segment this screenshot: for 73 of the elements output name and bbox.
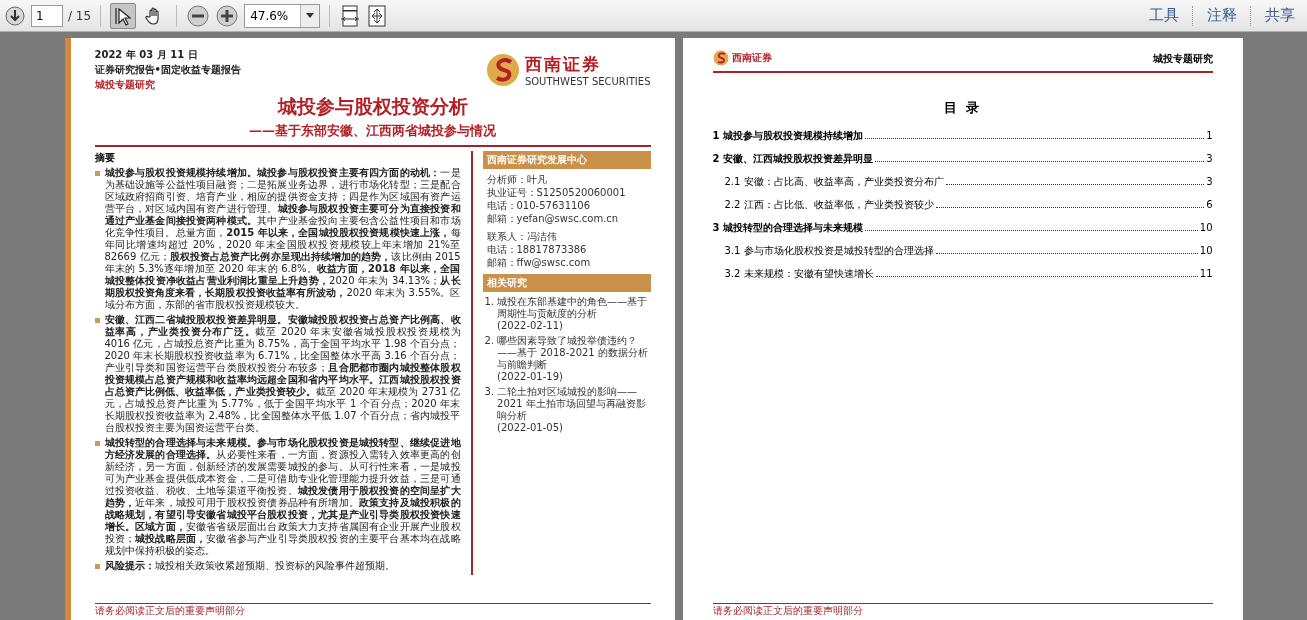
- contact-line: 分析师：叶凡: [486, 173, 548, 186]
- abstract-paragraph: 安徽、江西二省城投股权投资差异明显。安徽城投股权投资占总资产比例高、收益率高，产业类投资分布广泛。截至 2020 年末安徽省城投股权投资规模为 4016 亿元，占城投总资产比重为 8.75%，高于全国平均水平 1.98 个百分点；2020 年末长期股权投资收益率为 6.71%，比全国整体水平高 3.16 个百分点；产业引导类和国资运营平台类股权投资分布较多；且合肥都市圈内城投整体股权投资规模占总资产规模和收益率均远超全国和省内平均水平。江西城投股权投资占总资产比例低、收益率低，产业类投资较少。截至 2020 年末规模为 2731 亿元，占城投总资产比重为 5.77%，低于全国平均水平 1 个百分点；2020 年末长期股权投资收益率为 2.48%，比全国整体水平低 1.07 个百分点；省内城投平台股权投资主要为国资运营平台类。: [104, 314, 461, 434]
- minus-icon: [187, 4, 210, 27]
- abstract-paragraph: 城投参与股权投资规模持续增加。城投参与股权投资主要有四方面的动机：一是为基础设施等公益性项目融资；二是拓展业务边界，进行市场化转型；三是配合区域政府招商引资、培育产业，相应的提供资金支持；四是作为区域国有资产运营平台，对区域内国有资产进行管理。城投参与股权投资主要可分为直接投资和通过产业基金间接投资两种模式。其中产业基金投向主要包含公益性项目和市场化竞争性项目。总量方面，2015 年以来，全国城投股权投资规模快速上涨，每年同比增速均超过 20%，2020 年末全国股权投资规模较上年末增加 21%至 82669 亿元；股权投资占总资产比例亦呈现出持续增加的趋势，该比例由 2015 年末的 5.3%逐年增加至 2020 年末的 6.8%。收益方面，2018 年以来，全国城投整体投资净收益占营业利润比重呈上升趋势，2020 年末为 34.13%；从长期股权投资角度来看，长期股权投资收益率有所波动，2020 年末为 3.55%。区域分布方面，东部的省市股权投资规模较大。: [104, 167, 461, 311]
- contact-line: 联系人：冯洁伟: [486, 230, 558, 243]
- next-page-button[interactable]: [4, 4, 26, 27]
- report-title: 城投参与股权投资分析: [276, 94, 469, 119]
- toc-entry[interactable]: 3 城投转型的合理选择与未来规模: [712, 221, 863, 235]
- toc-entry[interactable]: 2.1 安徽：占比高、收益率高，产业类投资分布广: [724, 175, 944, 189]
- toolbar-menu-button[interactable]: 注释: [1199, 6, 1245, 25]
- section-heading: 摘要: [94, 151, 116, 165]
- abstract-paragraph: 城投转型的合理选择与未来规模。参与市场化股权投资是城投转型、继续促进地方经济发展的合理选择。从必要性来看，一方面，资源投入需转入效率更高的创新经济，另一方面，创新经济的发展需要城投的参与。从可行性来看，一是城投可为产业基金提供低成本资金，二是可借助专业化管理能力提升效益，三是可通过投资收益、税收、土地等渠道平衡投资。城投发债用于股权投资的空间呈扩大趋势，近年来，城投可用于股权投资债券品种有所增加。政策支持及城投积极的战略规划，有望引导安徽省城投平台股权投资，尤其是产业引导类股权投资快速增长。区域方面，安徽省省级层面出台政策大力支持省属国有企业开展产业股权投资；城投战略层面，安徽省参与产业引导类股权投资的主要平台基本均在战略规划中保持积极的姿态。: [104, 437, 461, 557]
- contact-line: 执业证号：S1250520060001: [486, 186, 627, 199]
- bullet-icon: [94, 564, 100, 569]
- toolbar-menu-button[interactable]: 共享: [1257, 6, 1303, 25]
- toc-page-number: 6: [1206, 199, 1213, 210]
- related-report-link[interactable]: 二轮土拍对区域城投的影响——2021 年土拍市场回望与再融资影响分析: [497, 386, 651, 422]
- contact-line: 电话：010-57631106: [486, 199, 592, 212]
- related-report-link[interactable]: 哪些因素导致了城投举债违约？——基于 2018-2021 的数据分析与前瞻判断: [497, 335, 651, 371]
- zoom-in-button[interactable]: [215, 3, 240, 28]
- cursor-icon: [113, 5, 134, 26]
- fit-width-icon: [340, 4, 361, 27]
- toc-entry[interactable]: 2 安徽、江西城投股权投资差异明显: [712, 152, 873, 166]
- list-number: 2.: [484, 335, 495, 348]
- toc-entry[interactable]: 1 城投参与股权投资规模持续增加: [712, 129, 863, 143]
- toc-title: 目 录: [943, 99, 982, 117]
- toc-page-number: 1: [1206, 130, 1213, 141]
- toc-entry[interactable]: 3.2 未来规模：安徽有望快速增长: [724, 267, 874, 281]
- contact-line: 电话：18817873386: [486, 243, 588, 256]
- logo-wordmark: 西南证券: [524, 53, 602, 76]
- contact-line: 邮箱：ffw@swsc.com: [486, 256, 592, 269]
- toc-entry[interactable]: 3.1 参与市场化股权投资是城投转型的合理选择: [724, 244, 934, 258]
- report-type: 证券研究报告•固定收益专题报告: [94, 63, 241, 77]
- toc-page-number: 11: [1199, 268, 1213, 279]
- logo-icon: [712, 50, 729, 66]
- page-count: / 15: [68, 8, 92, 23]
- sidebar-heading: 西南证券研究发展中心: [482, 151, 651, 169]
- bullet-icon: [94, 318, 100, 323]
- list-number: 3.: [484, 386, 495, 399]
- zoom-dropdown[interactable]: 47.6%: [244, 3, 321, 28]
- toolbar-menu-button[interactable]: 工具: [1141, 6, 1187, 25]
- fit-page-button[interactable]: [366, 3, 389, 28]
- logo-wordmark: 西南证券: [731, 51, 772, 65]
- abstract-paragraph: 风险提示：城投相关政策收紧超预期、投资标的风险事件超预期。: [104, 560, 395, 572]
- page-number-field[interactable]: 1: [31, 4, 63, 27]
- related-report-date: (2022-01-19): [497, 371, 564, 383]
- related-report-date: (2022-01-05): [497, 422, 564, 434]
- toc-page-number: 3: [1206, 153, 1213, 164]
- logo-icon: [485, 53, 520, 87]
- contact-line: 邮箱：yefan@swsc.com.cn: [486, 212, 620, 225]
- fit-page-icon: [367, 4, 388, 27]
- related-report-date: (2022-02-11): [497, 320, 564, 332]
- toc-page-number: 10: [1199, 222, 1213, 233]
- toc-entry[interactable]: 2.2 江西：占比低、收益率低，产业类投资较少: [724, 198, 934, 212]
- bullet-icon: [94, 171, 100, 176]
- fit-width-button[interactable]: [339, 3, 362, 28]
- report-subtitle: ——基于东部安徽、江西两省城投参与情况: [248, 122, 497, 140]
- report-date: 2022 年 03 月 11 日: [94, 48, 199, 62]
- sidebar-heading: 相关研究: [482, 274, 651, 292]
- related-report-link[interactable]: 城投在东部基建中的角色——基于周期性与贡献度的分析: [497, 296, 651, 320]
- plus-icon: [216, 4, 239, 27]
- report-category: 城投专题研究: [94, 78, 156, 92]
- select-tool-button[interactable]: [110, 2, 137, 29]
- toc-page-number: 3: [1206, 176, 1213, 187]
- page-header-text: 城投专题研究: [1152, 52, 1213, 66]
- logo-english-name: SOUTHWEST SECURITIES: [524, 76, 651, 87]
- page-footer: 请务必阅读正文后的重要声明部分: [94, 604, 245, 618]
- caret-icon: [306, 13, 315, 18]
- page-footer: 请务必阅读正文后的重要声明部分: [712, 604, 863, 618]
- zoom-out-button[interactable]: [186, 3, 211, 28]
- bullet-icon: [94, 441, 100, 446]
- toc-page-number: 10: [1199, 245, 1213, 256]
- list-number: 1.: [484, 296, 495, 309]
